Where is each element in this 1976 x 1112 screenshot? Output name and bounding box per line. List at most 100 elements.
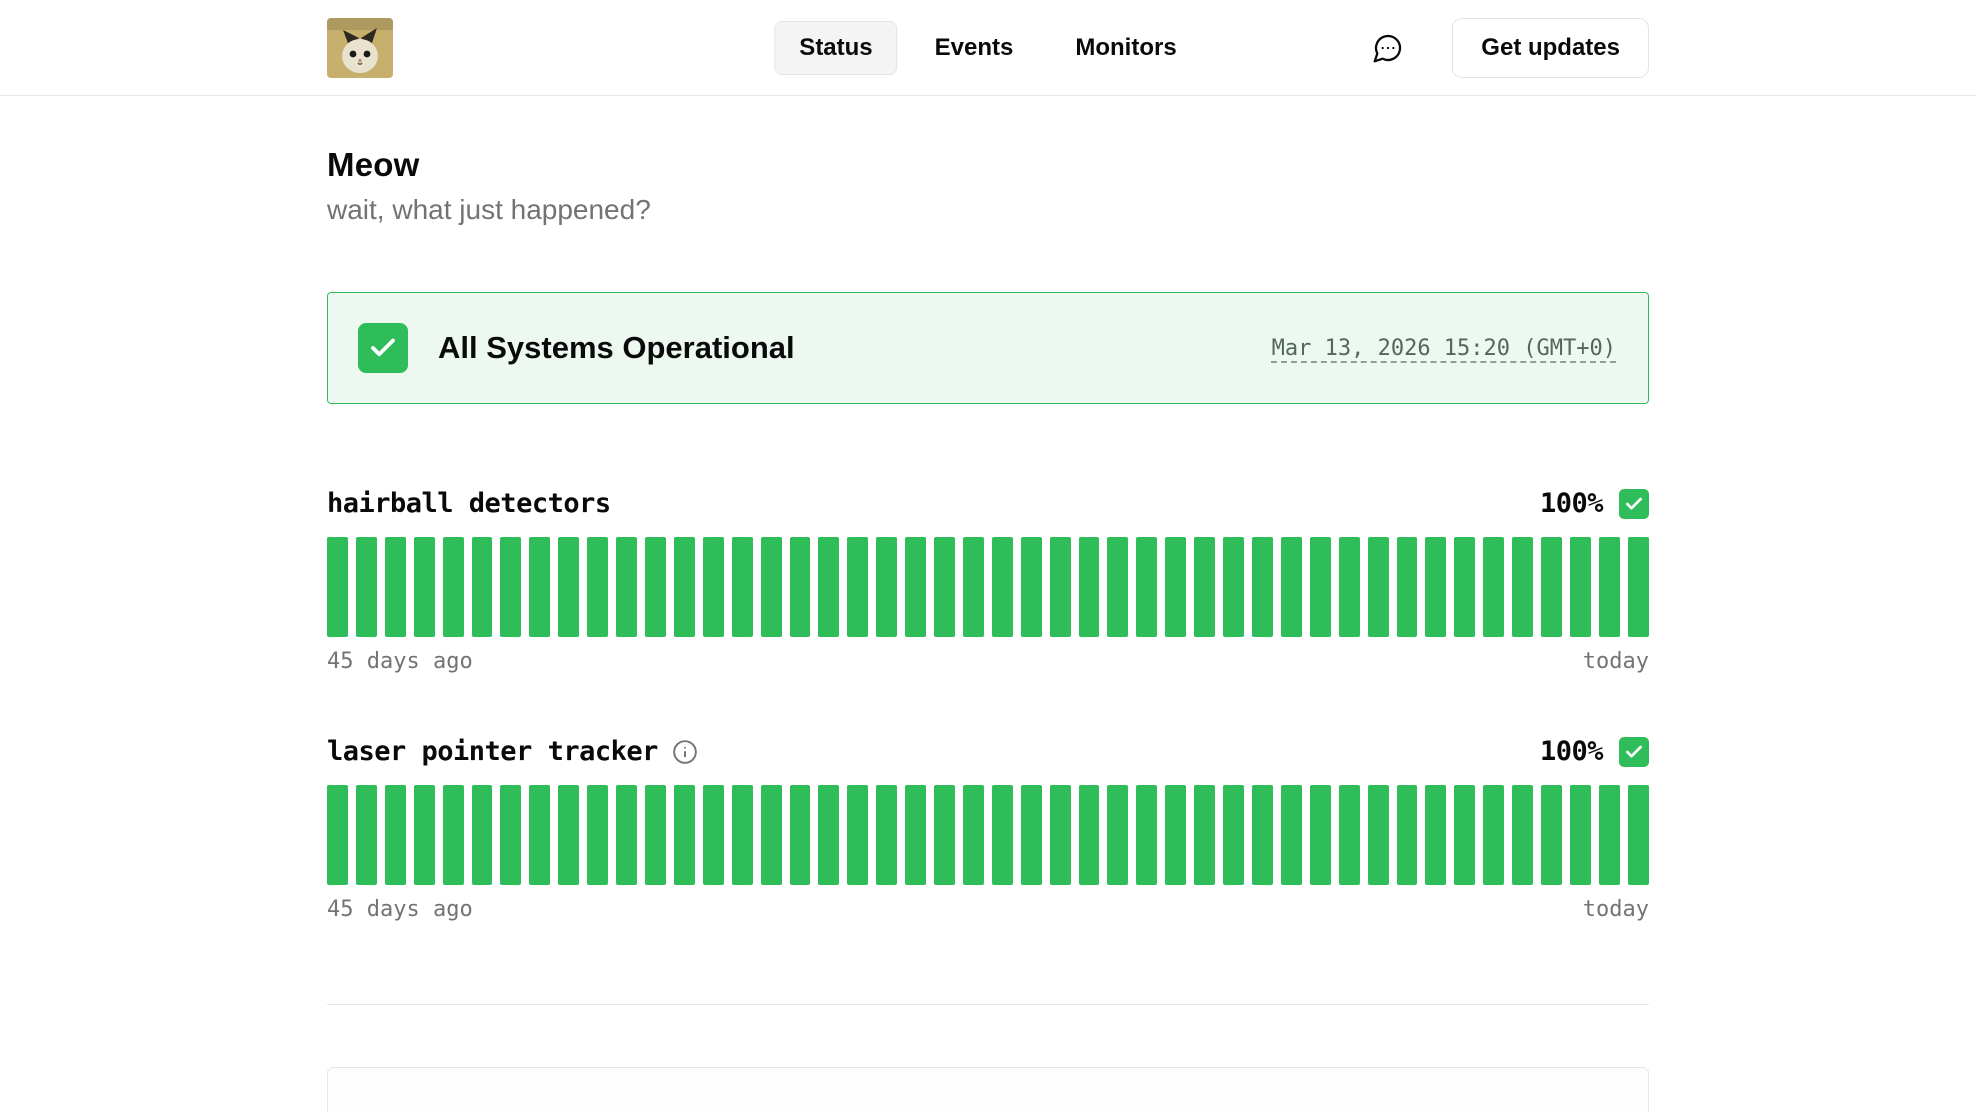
- uptime-bar[interactable]: [703, 785, 724, 885]
- uptime-bar[interactable]: [587, 785, 608, 885]
- uptime-bar[interactable]: [963, 537, 984, 637]
- uptime-bar[interactable]: [558, 785, 579, 885]
- uptime-bar[interactable]: [1050, 785, 1071, 885]
- uptime-bar[interactable]: [1194, 537, 1215, 637]
- uptime-bar[interactable]: [1599, 785, 1620, 885]
- uptime-bar[interactable]: [645, 537, 666, 637]
- uptime-bar[interactable]: [847, 785, 868, 885]
- uptime-bar[interactable]: [1107, 537, 1128, 637]
- uptime-bar[interactable]: [1310, 537, 1331, 637]
- uptime-bar[interactable]: [443, 537, 464, 637]
- uptime-bar[interactable]: [876, 785, 897, 885]
- uptime-bar[interactable]: [1397, 537, 1418, 637]
- uptime-bar[interactable]: [1570, 785, 1591, 885]
- uptime-bar[interactable]: [1136, 785, 1157, 885]
- uptime-bar[interactable]: [1368, 537, 1389, 637]
- uptime-bar[interactable]: [963, 785, 984, 885]
- uptime-bar[interactable]: [1281, 785, 1302, 885]
- uptime-bar[interactable]: [1339, 785, 1360, 885]
- uptime-bar[interactable]: [847, 537, 868, 637]
- uptime-bar[interactable]: [1136, 537, 1157, 637]
- uptime-bar[interactable]: [1512, 537, 1533, 637]
- uptime-bar[interactable]: [1252, 537, 1273, 637]
- uptime-bar[interactable]: [587, 537, 608, 637]
- uptime-bar[interactable]: [1021, 537, 1042, 637]
- uptime-bar[interactable]: [1281, 537, 1302, 637]
- uptime-bar[interactable]: [1570, 537, 1591, 637]
- uptime-bar[interactable]: [1223, 537, 1244, 637]
- uptime-bar[interactable]: [818, 785, 839, 885]
- uptime-bar[interactable]: [443, 785, 464, 885]
- uptime-bar[interactable]: [790, 537, 811, 637]
- uptime-bar[interactable]: [761, 785, 782, 885]
- uptime-bar[interactable]: [645, 785, 666, 885]
- uptime-bar[interactable]: [1541, 785, 1562, 885]
- uptime-bar[interactable]: [1050, 537, 1071, 637]
- uptime-bar[interactable]: [790, 785, 811, 885]
- status-timestamp[interactable]: Mar 13, 2026 15:20 (GMT+0): [1272, 336, 1616, 361]
- uptime-bar[interactable]: [732, 537, 753, 637]
- uptime-bar[interactable]: [818, 537, 839, 637]
- uptime-bar[interactable]: [1541, 537, 1562, 637]
- uptime-bar[interactable]: [1021, 785, 1042, 885]
- uptime-bar[interactable]: [414, 537, 435, 637]
- uptime-bar[interactable]: [500, 785, 521, 885]
- uptime-bar[interactable]: [1425, 537, 1446, 637]
- uptime-bar[interactable]: [472, 785, 493, 885]
- uptime-bar[interactable]: [472, 537, 493, 637]
- uptime-bar[interactable]: [674, 785, 695, 885]
- uptime-bar[interactable]: [992, 537, 1013, 637]
- uptime-bar[interactable]: [1079, 785, 1100, 885]
- nav-tab-status[interactable]: Status: [774, 21, 897, 75]
- uptime-bar[interactable]: [1107, 785, 1128, 885]
- uptime-bar[interactable]: [529, 785, 550, 885]
- logo[interactable]: [327, 18, 393, 78]
- uptime-bar[interactable]: [1165, 537, 1186, 637]
- uptime-bar[interactable]: [616, 537, 637, 637]
- uptime-bar[interactable]: [1599, 537, 1620, 637]
- info-icon[interactable]: [672, 739, 698, 765]
- uptime-bar[interactable]: [905, 537, 926, 637]
- uptime-bar[interactable]: [1223, 785, 1244, 885]
- uptime-bar[interactable]: [1165, 785, 1186, 885]
- uptime-bar[interactable]: [732, 785, 753, 885]
- uptime-bar[interactable]: [1483, 537, 1504, 637]
- uptime-bar[interactable]: [1628, 785, 1649, 885]
- uptime-bar[interactable]: [356, 785, 377, 885]
- uptime-bar[interactable]: [1512, 785, 1533, 885]
- uptime-bar[interactable]: [1454, 537, 1475, 637]
- nav-tab-events[interactable]: Events: [910, 21, 1039, 75]
- uptime-bar[interactable]: [558, 537, 579, 637]
- uptime-bar[interactable]: [327, 537, 348, 637]
- uptime-bar[interactable]: [905, 785, 926, 885]
- uptime-bar[interactable]: [385, 537, 406, 637]
- uptime-bar[interactable]: [934, 785, 955, 885]
- uptime-bar[interactable]: [1425, 785, 1446, 885]
- uptime-bar[interactable]: [1483, 785, 1504, 885]
- uptime-bar[interactable]: [327, 785, 348, 885]
- uptime-bar[interactable]: [1079, 537, 1100, 637]
- uptime-bar[interactable]: [616, 785, 637, 885]
- nav-tab-monitors[interactable]: Monitors: [1050, 21, 1201, 75]
- feedback-chat-icon[interactable]: [1370, 30, 1406, 66]
- uptime-bar[interactable]: [1194, 785, 1215, 885]
- uptime-bar[interactable]: [414, 785, 435, 885]
- uptime-bar[interactable]: [934, 537, 955, 637]
- uptime-bar[interactable]: [500, 537, 521, 637]
- uptime-bar[interactable]: [1252, 785, 1273, 885]
- uptime-bar[interactable]: [674, 537, 695, 637]
- uptime-bar[interactable]: [1310, 785, 1331, 885]
- uptime-bar[interactable]: [1454, 785, 1475, 885]
- uptime-bar[interactable]: [529, 537, 550, 637]
- uptime-bar[interactable]: [385, 785, 406, 885]
- uptime-bar[interactable]: [1368, 785, 1389, 885]
- uptime-bar[interactable]: [356, 537, 377, 637]
- uptime-bar[interactable]: [876, 537, 897, 637]
- uptime-bar[interactable]: [703, 537, 724, 637]
- uptime-bar[interactable]: [1339, 537, 1360, 637]
- uptime-bar[interactable]: [1628, 537, 1649, 637]
- uptime-bar[interactable]: [761, 537, 782, 637]
- uptime-bar[interactable]: [1397, 785, 1418, 885]
- get-updates-button[interactable]: Get updates: [1452, 18, 1649, 78]
- uptime-bar[interactable]: [992, 785, 1013, 885]
